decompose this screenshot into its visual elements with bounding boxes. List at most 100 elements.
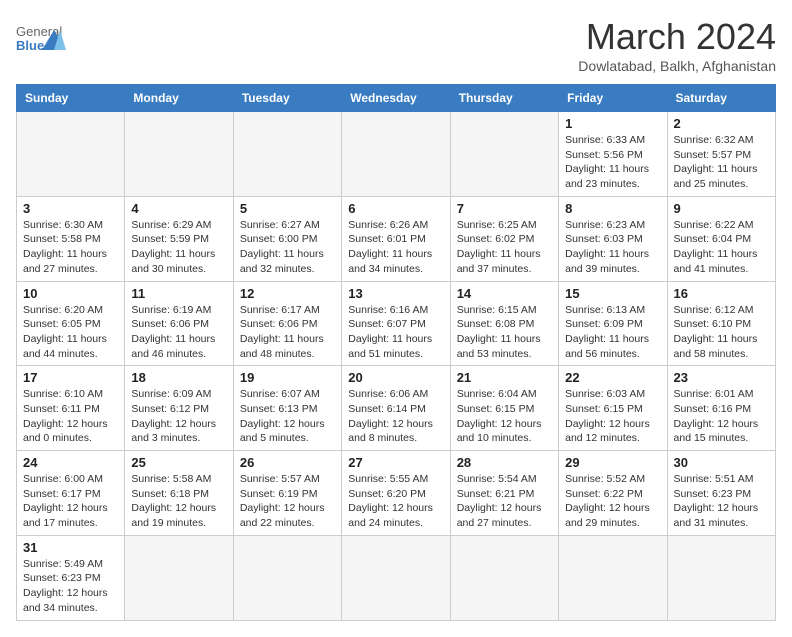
day-number: 7 — [457, 201, 552, 216]
week-row-5: 24 Sunrise: 6:00 AM Sunset: 6:17 PM Dayli… — [17, 451, 776, 536]
day-info: Sunrise: 5:57 AM Sunset: 6:19 PM Dayligh… — [240, 472, 335, 531]
logo-svg: General Blue — [16, 20, 66, 62]
day-number: 6 — [348, 201, 443, 216]
calendar-cell: 18 Sunrise: 6:09 AM Sunset: 6:12 PM Dayli… — [125, 366, 233, 451]
calendar-cell: 12 Sunrise: 6:17 AM Sunset: 6:06 PM Dayli… — [233, 281, 341, 366]
calendar-cell: 2 Sunrise: 6:32 AM Sunset: 5:57 PM Daylig… — [667, 112, 775, 197]
day-number: 4 — [131, 201, 226, 216]
calendar-cell: 26Sunrise: 5:57 AM Sunset: 6:19 PM Dayli… — [233, 451, 341, 536]
calendar-cell — [342, 112, 450, 197]
calendar-cell: 24 Sunrise: 6:00 AM Sunset: 6:17 PM Dayli… — [17, 451, 125, 536]
day-info: Sunrise: 6:15 AM Sunset: 6:08 PM Dayligh… — [457, 303, 552, 362]
calendar-cell: 19 Sunrise: 6:07 AM Sunset: 6:13 PM Dayli… — [233, 366, 341, 451]
day-number: 18 — [131, 370, 226, 385]
calendar-cell: 13Sunrise: 6:16 AM Sunset: 6:07 PM Dayli… — [342, 281, 450, 366]
calendar-cell: 8Sunrise: 6:23 AM Sunset: 6:03 PM Daylig… — [559, 196, 667, 281]
day-info: Sunrise: 6:32 AM Sunset: 5:57 PM Dayligh… — [674, 133, 769, 192]
calendar-cell: 22 Sunrise: 6:03 AM Sunset: 6:15 PM Dayli… — [559, 366, 667, 451]
month-title: March 2024 — [578, 16, 776, 58]
calendar-cell: 31Sunrise: 5:49 AM Sunset: 6:23 PM Dayli… — [17, 535, 125, 620]
day-info: Sunrise: 6:30 AM Sunset: 5:58 PM Dayligh… — [23, 218, 118, 277]
day-info: Sunrise: 6:20 AM Sunset: 6:05 PM Dayligh… — [23, 303, 118, 362]
calendar-cell — [17, 112, 125, 197]
logo: General Blue — [16, 20, 66, 62]
col-header-tuesday: Tuesday — [233, 85, 341, 112]
day-info: Sunrise: 6:09 AM Sunset: 6:12 PM Dayligh… — [131, 387, 226, 446]
day-number: 24 — [23, 455, 118, 470]
col-header-wednesday: Wednesday — [342, 85, 450, 112]
day-number: 29 — [565, 455, 660, 470]
calendar-cell — [450, 112, 558, 197]
col-header-sunday: Sunday — [17, 85, 125, 112]
calendar-cell — [233, 112, 341, 197]
calendar-cell — [450, 535, 558, 620]
week-row-6: 31Sunrise: 5:49 AM Sunset: 6:23 PM Dayli… — [17, 535, 776, 620]
calendar-cell: 4 Sunrise: 6:29 AM Sunset: 5:59 PM Daylig… — [125, 196, 233, 281]
calendar-cell: 17Sunrise: 6:10 AM Sunset: 6:11 PM Dayli… — [17, 366, 125, 451]
day-info: Sunrise: 6:33 AM Sunset: 5:56 PM Dayligh… — [565, 133, 660, 192]
day-number: 2 — [674, 116, 769, 131]
calendar-cell: 6 Sunrise: 6:26 AM Sunset: 6:01 PM Daylig… — [342, 196, 450, 281]
calendar-header-row: SundayMondayTuesdayWednesdayThursdayFrid… — [17, 85, 776, 112]
day-info: Sunrise: 6:07 AM Sunset: 6:13 PM Dayligh… — [240, 387, 335, 446]
day-info: Sunrise: 6:17 AM Sunset: 6:06 PM Dayligh… — [240, 303, 335, 362]
calendar-cell: 5 Sunrise: 6:27 AM Sunset: 6:00 PM Daylig… — [233, 196, 341, 281]
day-number: 16 — [674, 286, 769, 301]
day-number: 8 — [565, 201, 660, 216]
day-number: 28 — [457, 455, 552, 470]
week-row-3: 10Sunrise: 6:20 AM Sunset: 6:05 PM Dayli… — [17, 281, 776, 366]
day-info: Sunrise: 5:58 AM Sunset: 6:18 PM Dayligh… — [131, 472, 226, 531]
day-number: 25 — [131, 455, 226, 470]
day-info: Sunrise: 6:25 AM Sunset: 6:02 PM Dayligh… — [457, 218, 552, 277]
day-number: 31 — [23, 540, 118, 555]
calendar-cell: 21 Sunrise: 6:04 AM Sunset: 6:15 PM Dayli… — [450, 366, 558, 451]
day-number: 27 — [348, 455, 443, 470]
calendar-cell: 3 Sunrise: 6:30 AM Sunset: 5:58 PM Daylig… — [17, 196, 125, 281]
day-info: Sunrise: 6:26 AM Sunset: 6:01 PM Dayligh… — [348, 218, 443, 277]
day-number: 12 — [240, 286, 335, 301]
day-info: Sunrise: 6:03 AM Sunset: 6:15 PM Dayligh… — [565, 387, 660, 446]
calendar-cell — [342, 535, 450, 620]
calendar-cell — [559, 535, 667, 620]
day-number: 22 — [565, 370, 660, 385]
day-info: Sunrise: 6:29 AM Sunset: 5:59 PM Dayligh… — [131, 218, 226, 277]
day-info: Sunrise: 5:55 AM Sunset: 6:20 PM Dayligh… — [348, 472, 443, 531]
week-row-4: 17Sunrise: 6:10 AM Sunset: 6:11 PM Dayli… — [17, 366, 776, 451]
calendar-cell: 30Sunrise: 5:51 AM Sunset: 6:23 PM Dayli… — [667, 451, 775, 536]
calendar-cell: 15 Sunrise: 6:13 AM Sunset: 6:09 PM Dayli… — [559, 281, 667, 366]
day-number: 1 — [565, 116, 660, 131]
col-header-saturday: Saturday — [667, 85, 775, 112]
svg-text:Blue: Blue — [16, 38, 44, 53]
day-number: 17 — [23, 370, 118, 385]
calendar-cell: 14 Sunrise: 6:15 AM Sunset: 6:08 PM Dayli… — [450, 281, 558, 366]
day-info: Sunrise: 6:12 AM Sunset: 6:10 PM Dayligh… — [674, 303, 769, 362]
location-subtitle: Dowlatabad, Balkh, Afghanistan — [578, 58, 776, 74]
title-area: March 2024 Dowlatabad, Balkh, Afghanista… — [578, 16, 776, 74]
calendar-cell: 1 Sunrise: 6:33 AM Sunset: 5:56 PM Daylig… — [559, 112, 667, 197]
calendar-cell: 9Sunrise: 6:22 AM Sunset: 6:04 PM Daylig… — [667, 196, 775, 281]
calendar-cell: 16 Sunrise: 6:12 AM Sunset: 6:10 PM Dayli… — [667, 281, 775, 366]
day-number: 5 — [240, 201, 335, 216]
calendar-cell — [233, 535, 341, 620]
day-number: 15 — [565, 286, 660, 301]
day-info: Sunrise: 5:51 AM Sunset: 6:23 PM Dayligh… — [674, 472, 769, 531]
week-row-1: 1 Sunrise: 6:33 AM Sunset: 5:56 PM Daylig… — [17, 112, 776, 197]
calendar-cell: 11Sunrise: 6:19 AM Sunset: 6:06 PM Dayli… — [125, 281, 233, 366]
calendar-cell: 23Sunrise: 6:01 AM Sunset: 6:16 PM Dayli… — [667, 366, 775, 451]
day-info: Sunrise: 6:00 AM Sunset: 6:17 PM Dayligh… — [23, 472, 118, 531]
day-info: Sunrise: 5:52 AM Sunset: 6:22 PM Dayligh… — [565, 472, 660, 531]
day-info: Sunrise: 5:54 AM Sunset: 6:21 PM Dayligh… — [457, 472, 552, 531]
calendar-cell: 20Sunrise: 6:06 AM Sunset: 6:14 PM Dayli… — [342, 366, 450, 451]
day-number: 19 — [240, 370, 335, 385]
day-info: Sunrise: 6:04 AM Sunset: 6:15 PM Dayligh… — [457, 387, 552, 446]
calendar-header: General Blue March 2024 Dowlatabad, Balk… — [16, 16, 776, 74]
day-number: 14 — [457, 286, 552, 301]
day-info: Sunrise: 6:27 AM Sunset: 6:00 PM Dayligh… — [240, 218, 335, 277]
day-number: 20 — [348, 370, 443, 385]
calendar-cell — [125, 112, 233, 197]
day-number: 21 — [457, 370, 552, 385]
day-info: Sunrise: 6:01 AM Sunset: 6:16 PM Dayligh… — [674, 387, 769, 446]
day-info: Sunrise: 6:13 AM Sunset: 6:09 PM Dayligh… — [565, 303, 660, 362]
day-number: 3 — [23, 201, 118, 216]
calendar-cell: 27 Sunrise: 5:55 AM Sunset: 6:20 PM Dayli… — [342, 451, 450, 536]
